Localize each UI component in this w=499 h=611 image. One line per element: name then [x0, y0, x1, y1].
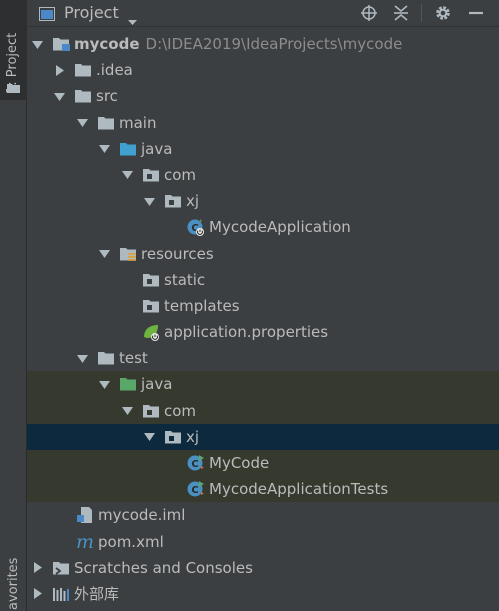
tree-row-label: .idea — [96, 61, 133, 80]
favorites-tool-tab[interactable]: avorites — [0, 557, 27, 611]
tree-row[interactable]: src — [27, 83, 499, 109]
maven-icon: m — [76, 530, 95, 553]
svg-text:C: C — [191, 485, 198, 496]
chevron-down-icon[interactable] — [97, 241, 111, 267]
chevron-down-icon[interactable] — [75, 345, 89, 371]
package-icon — [142, 297, 160, 315]
chevron-down-icon[interactable] — [120, 162, 134, 188]
spring-boot-class-icon: C — [187, 218, 205, 237]
tree-row[interactable]: templates — [27, 293, 499, 319]
chevron-down-icon[interactable] — [52, 83, 66, 109]
folder-icon — [74, 61, 92, 79]
tree-row-label: mycode — [74, 35, 140, 53]
chevron-down-icon[interactable] — [120, 398, 134, 424]
scratches-icon — [52, 559, 70, 577]
tree-row[interactable]: java — [27, 371, 499, 398]
tree-row-label: mycode.iml — [98, 506, 186, 525]
chevron-down-icon[interactable] — [75, 110, 89, 136]
package-icon — [142, 271, 160, 289]
tree-row[interactable]: main — [27, 110, 499, 136]
spring-properties-icon — [142, 323, 160, 342]
folder-icon — [97, 114, 115, 132]
tree-row-label: java — [141, 375, 173, 394]
tree-row-label: xj — [186, 192, 200, 211]
chevron-down-icon[interactable] — [97, 136, 111, 162]
tree-row-label: xj — [186, 427, 200, 446]
tree-row-label: main — [119, 113, 157, 132]
tree-row[interactable]: mycode.iml — [27, 502, 499, 528]
tree-row[interactable]: application.properties — [27, 319, 499, 345]
tree-row[interactable]: 外部库 — [27, 581, 499, 607]
iml-file-icon — [76, 506, 94, 524]
project-view-icon — [39, 6, 55, 21]
project-panel-header: Project — [27, 0, 499, 27]
tree-row-label: test — [119, 349, 148, 368]
project-tree: mycode D:\IDEA2019\IdeaProjects\mycode .… — [27, 31, 499, 607]
tree-row-label: pom.xml — [98, 532, 164, 551]
tree-row-label: com — [164, 165, 197, 184]
tree-row-label: MycodeApplicationTests — [209, 480, 389, 499]
tree-row[interactable]: Scratches and Consoles — [27, 555, 499, 581]
chevron-down-icon[interactable] — [128, 11, 137, 25]
resources-root-icon — [119, 245, 137, 263]
tree-row[interactable]: java — [27, 136, 499, 162]
hide-panel-icon[interactable] — [467, 4, 485, 22]
package-icon — [142, 166, 160, 184]
tree-row-label: src — [96, 87, 118, 106]
test-class-icon: C — [187, 480, 205, 498]
tree-row-label: 外部库 — [74, 584, 120, 603]
gear-icon[interactable] — [434, 4, 452, 22]
tree-row[interactable]: C MyCode — [27, 450, 499, 477]
module-folder-icon — [52, 35, 70, 53]
tree-row[interactable]: com — [27, 397, 499, 424]
tree-row[interactable]: m pom.xml — [27, 529, 499, 555]
header-divider — [421, 4, 422, 22]
tree-row-label: MyCode — [209, 454, 270, 472]
tree-row[interactable]: C MycodeApplication — [27, 214, 499, 240]
package-icon — [142, 402, 160, 420]
tree-row-label: com — [164, 401, 197, 420]
tree-row-selected[interactable]: xj — [27, 423, 499, 450]
collapse-all-icon[interactable] — [392, 4, 410, 22]
chevron-down-icon[interactable] — [30, 31, 44, 57]
tree-row[interactable]: test — [27, 345, 499, 371]
tree-row[interactable]: com — [27, 162, 499, 188]
chevron-right-icon[interactable] — [30, 555, 44, 581]
project-panel: Project mycode D:\IDEA2019\IdeaProjects\… — [27, 0, 499, 611]
tree-row-label: Scratches and Consoles — [74, 558, 253, 577]
project-tab-folder-icon — [7, 78, 20, 93]
package-icon — [164, 192, 182, 210]
locate-target-icon[interactable] — [360, 4, 378, 22]
tree-row-label: MycodeApplication — [209, 218, 351, 237]
tree-row[interactable]: static — [27, 267, 499, 293]
tree-row[interactable]: mycode D:\IDEA2019\IdeaProjects\mycode — [27, 31, 499, 57]
package-icon — [164, 428, 182, 446]
tree-row-label: resources — [141, 244, 214, 263]
svg-text:C: C — [191, 459, 198, 470]
tree-row-label: templates — [164, 296, 240, 315]
tree-row[interactable]: resources — [27, 241, 499, 267]
test-class-icon: C — [187, 454, 205, 472]
project-view-title[interactable]: Project — [64, 3, 119, 22]
tree-row[interactable]: C MycodeApplicationTests — [27, 476, 499, 503]
favorites-tab-label: avorites — [6, 557, 21, 610]
chevron-right-icon[interactable] — [52, 57, 66, 83]
folder-icon — [97, 349, 115, 367]
tool-window-strip: 1: Project avorites — [0, 0, 27, 611]
chevron-down-icon[interactable] — [142, 424, 156, 450]
folder-icon — [74, 87, 92, 105]
chevron-right-icon[interactable] — [30, 581, 44, 607]
chevron-down-icon[interactable] — [97, 371, 111, 397]
module-path: D:\IDEA2019\IdeaProjects\mycode — [145, 35, 403, 53]
tree-row-label: application.properties — [164, 323, 329, 342]
tree-row[interactable]: xj — [27, 188, 499, 214]
tree-row[interactable]: .idea — [27, 57, 499, 83]
test-root-icon — [119, 375, 137, 393]
tree-row-label: java — [141, 139, 173, 158]
libraries-icon — [52, 585, 70, 603]
chevron-down-icon[interactable] — [142, 188, 156, 214]
tree-row-label: static — [164, 270, 206, 289]
source-root-icon — [119, 140, 137, 158]
